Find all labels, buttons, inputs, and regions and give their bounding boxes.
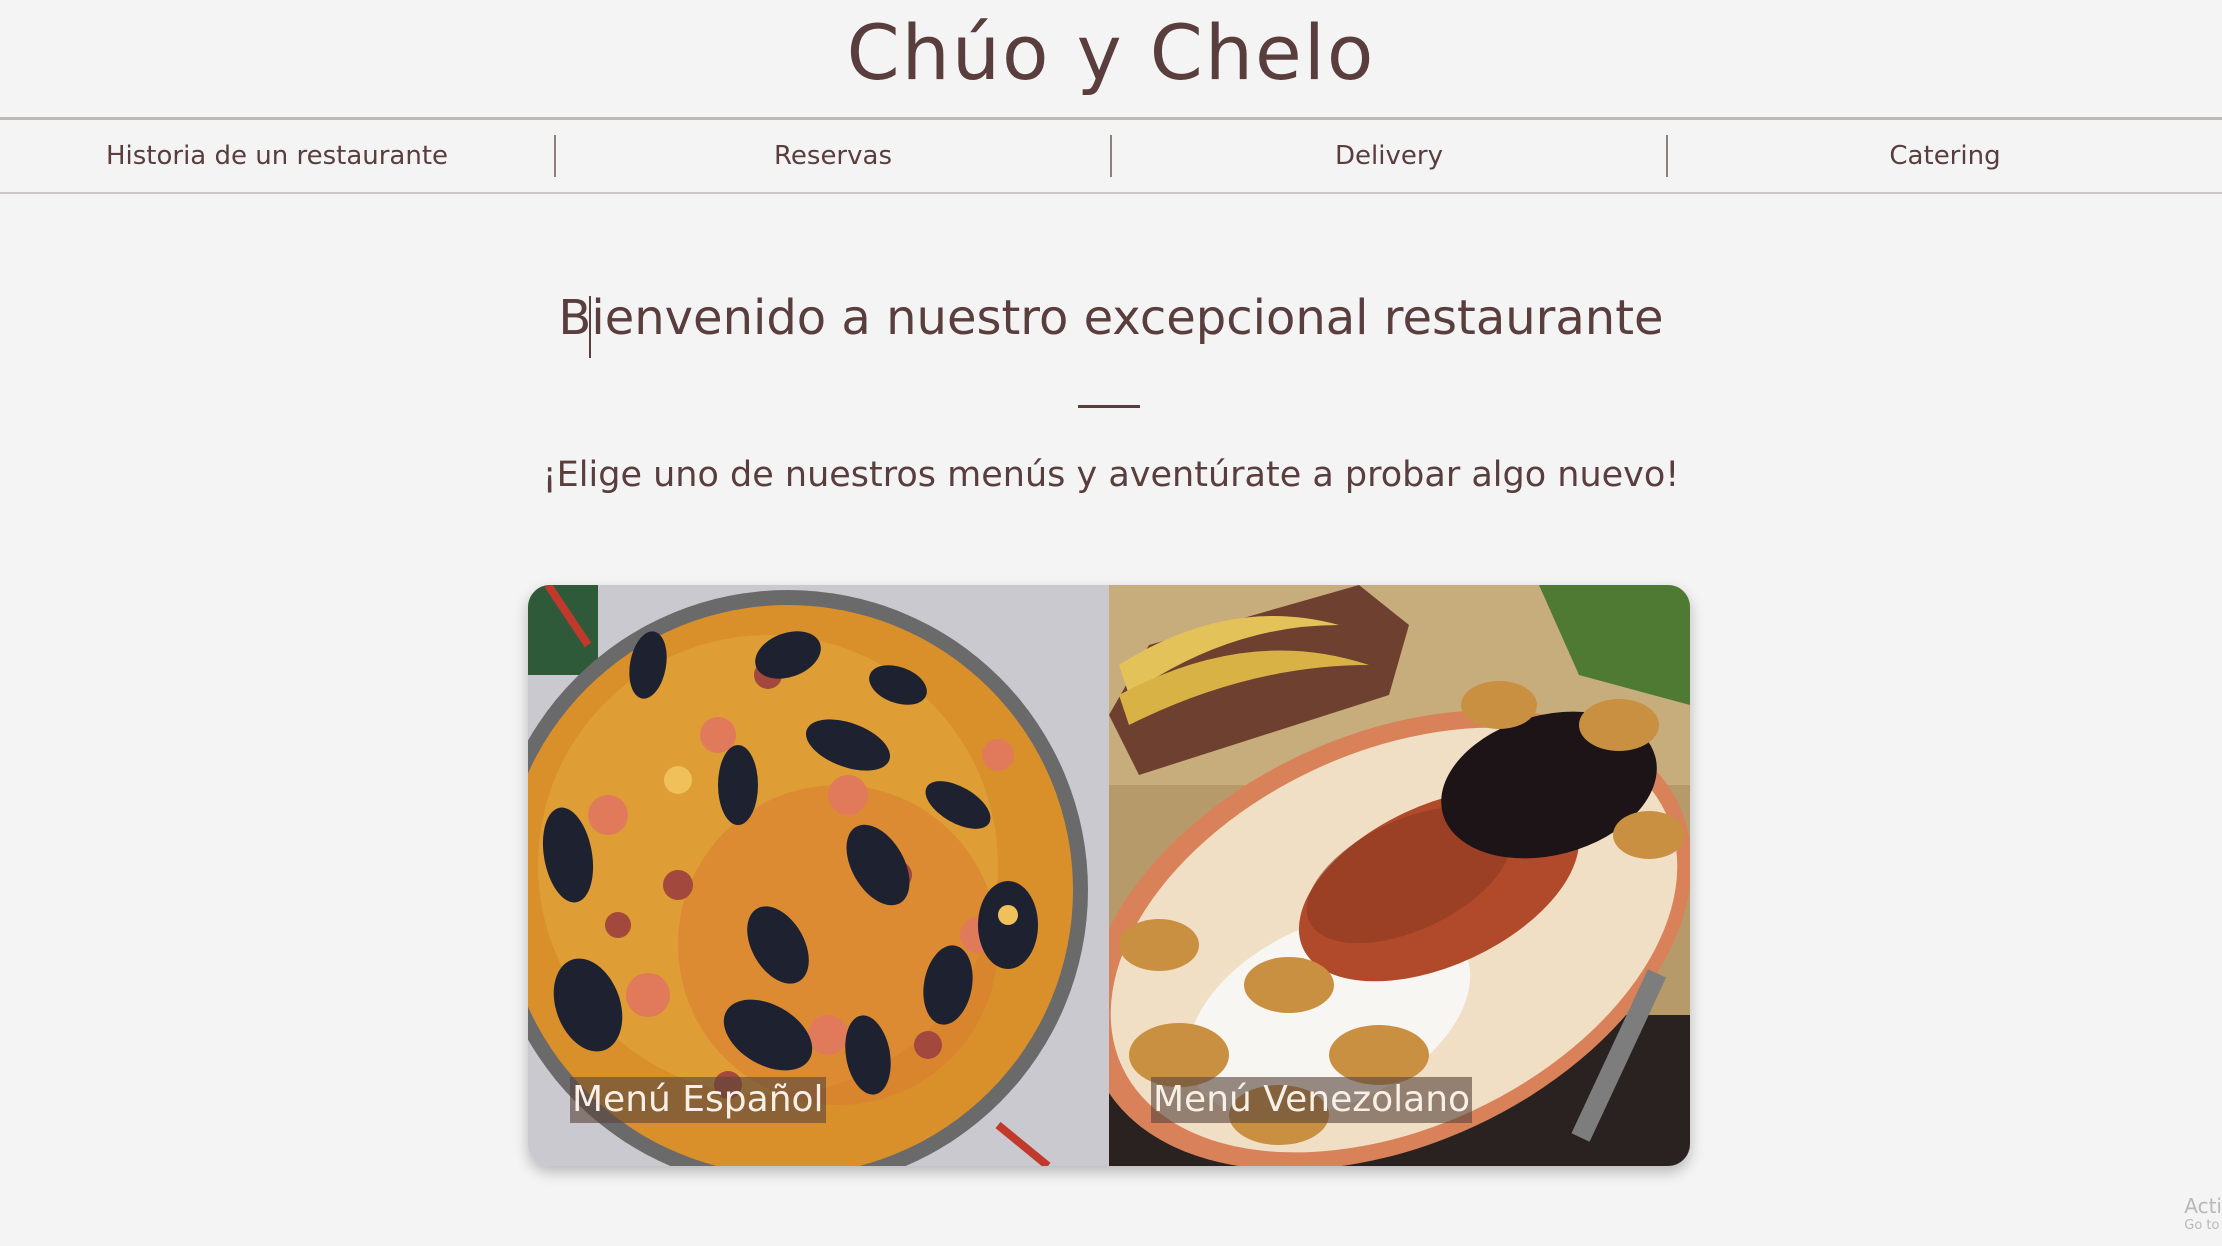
watermark-subtext: Go to	[2184, 1218, 2220, 1233]
page: Chúo y Chelo Historia de un restaurante …	[0, 0, 2222, 1246]
menu-label-venezolano[interactable]: Menú Venezolano	[1151, 1077, 1473, 1123]
welcome-subtitle: ¡Elige uno de nuestros menús y aventúrat…	[542, 455, 1680, 495]
welcome-title: Bienvenido a nuestro excepcional restaur…	[558, 290, 1664, 346]
menu-label-espanol[interactable]: Menú Español	[570, 1077, 826, 1123]
site-title[interactable]: Chúo y Chelo	[847, 15, 1376, 91]
menu-cards: Menú Español Menú Venezolano	[528, 585, 1690, 1166]
site-header: Chúo y Chelo	[0, 0, 2222, 118]
nav-item-catering[interactable]: Catering	[1668, 136, 2222, 176]
nav-item-delivery[interactable]: Delivery	[1112, 136, 1666, 176]
menu-card-venezolano[interactable]: Menú Venezolano	[1109, 585, 1690, 1166]
title-divider	[1078, 405, 1140, 408]
nav-item-historia[interactable]: Historia de un restaurante	[0, 136, 554, 176]
watermark-text: Acti	[2184, 1194, 2222, 1218]
main-nav: Historia de un restaurante Reservas Deli…	[0, 120, 2222, 194]
nav-item-reservas[interactable]: Reservas	[556, 136, 1110, 176]
menu-card-espanol[interactable]: Menú Español	[528, 585, 1109, 1166]
activate-windows-watermark: Acti Go to	[2184, 1194, 2222, 1233]
